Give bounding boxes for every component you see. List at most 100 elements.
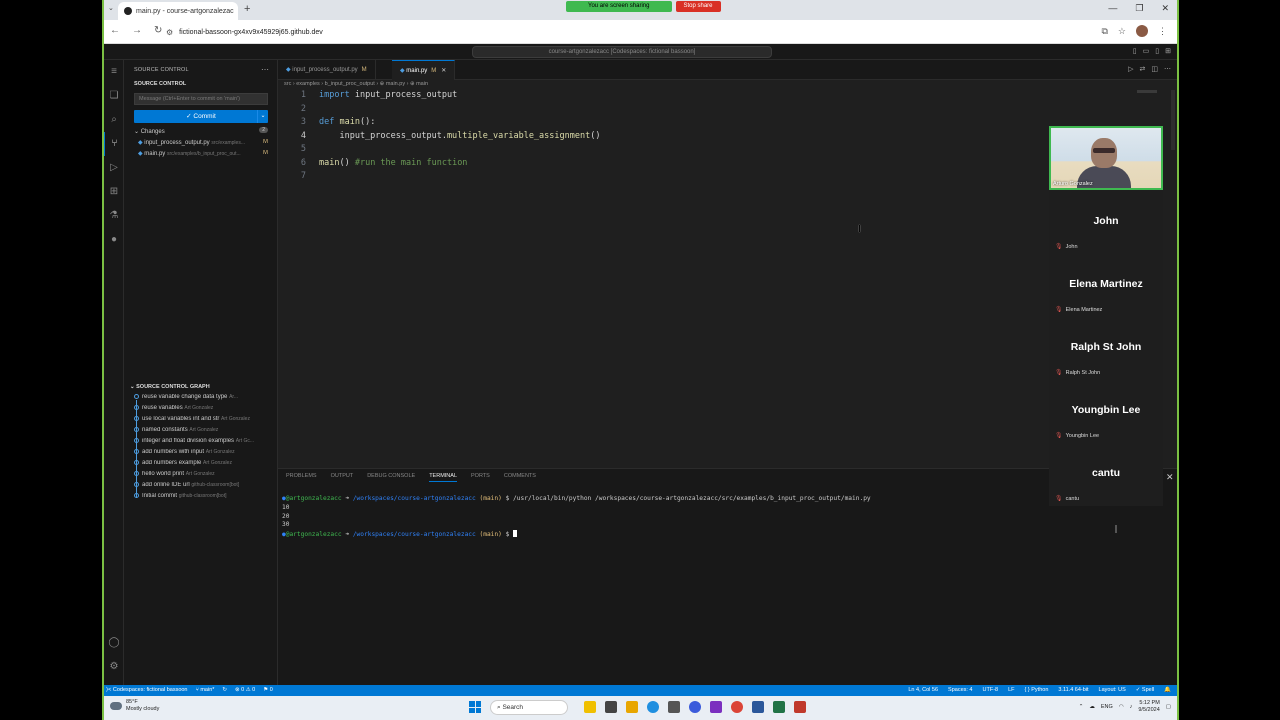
host-video[interactable]: Arturo Gonzalez bbox=[1049, 126, 1163, 190]
open-changes-icon[interactable]: ⇄ bbox=[1140, 65, 1146, 73]
list-item[interactable]: ◆ main.py src/examples/b_input_proc_out.… bbox=[138, 150, 268, 160]
commit-dropdown-icon[interactable]: ⌄ bbox=[257, 110, 268, 123]
line-ending[interactable]: LF bbox=[1008, 687, 1014, 693]
notification-icon[interactable]: ▢ bbox=[1166, 704, 1171, 710]
browser-tab[interactable]: main.py - course-artgonzalezac ✕ bbox=[118, 2, 238, 20]
toggle-secondary-icon[interactable]: ▯ bbox=[1155, 47, 1159, 55]
graph-commit[interactable]: hello world print Art Gonzalez bbox=[134, 471, 274, 482]
chrome-icon[interactable] bbox=[731, 701, 743, 713]
graph-commit[interactable]: add numbers example Art Gonzalez bbox=[134, 460, 274, 471]
graph-commit[interactable]: reuse variable change data type Ar... bbox=[134, 394, 274, 405]
interpreter[interactable]: 3.11.4 64-bit bbox=[1058, 687, 1088, 693]
windows-start-icon[interactable] bbox=[469, 701, 481, 713]
widgets-icon[interactable] bbox=[584, 701, 596, 713]
screen-recorder-icon[interactable] bbox=[794, 701, 806, 713]
close-panel-icon[interactable]: ✕ bbox=[1166, 472, 1174, 483]
word-icon[interactable] bbox=[752, 701, 764, 713]
graph-commit[interactable]: add numbers with input Art Gonzalez bbox=[134, 449, 274, 460]
tab-terminal[interactable]: TERMINAL bbox=[429, 473, 457, 482]
volume-icon[interactable]: ♪ bbox=[1130, 704, 1133, 710]
back-icon[interactable]: ← bbox=[110, 25, 120, 36]
breadcrumb[interactable]: src › examples › b_input_proc_output › ⊕… bbox=[284, 81, 428, 87]
wifi-icon[interactable]: ◠ bbox=[1119, 704, 1124, 710]
sync-icon[interactable]: ↻ bbox=[222, 687, 227, 693]
graph-commit[interactable]: Initial commit github-classroom[bot] bbox=[134, 493, 274, 504]
toggle-sidebar-icon[interactable]: ▯ bbox=[1133, 47, 1137, 55]
terminal-scrollbar[interactable] bbox=[1115, 525, 1117, 533]
tab-debug-console[interactable]: DEBUG CONSOLE bbox=[367, 473, 415, 482]
weather-widget[interactable]: 85°F Mostly cloudy bbox=[110, 699, 159, 713]
graph-commit[interactable]: integer and float division examples Art … bbox=[134, 438, 274, 449]
taskbar-search[interactable]: ⌕ Search bbox=[490, 700, 568, 715]
restore-icon[interactable]: ❐ bbox=[1135, 3, 1143, 14]
tab-menu-icon[interactable]: ⌄ bbox=[108, 4, 114, 12]
menu-icon[interactable]: ≡ bbox=[104, 60, 124, 84]
onenote-icon[interactable] bbox=[710, 701, 722, 713]
graph-commit[interactable]: named constants Art Gonzalez bbox=[134, 427, 274, 438]
commit-message-input[interactable]: Message (Ctrl+Enter to commit on 'main') bbox=[134, 93, 268, 105]
account-icon[interactable]: ◯ bbox=[104, 631, 124, 655]
github-icon[interactable]: ● bbox=[104, 228, 124, 252]
source-control-icon[interactable]: ⑂ bbox=[104, 132, 124, 156]
commit-button[interactable]: ✓ Commit ⌄ bbox=[134, 110, 268, 123]
clock[interactable]: 5:12 PM 9/5/2024 bbox=[1138, 700, 1159, 714]
minimize-icon[interactable]: — bbox=[1108, 3, 1117, 14]
spell-check[interactable]: ✓ Spell bbox=[1136, 687, 1154, 693]
browser-menu-icon[interactable]: ⋮ bbox=[1158, 26, 1167, 37]
minimap[interactable] bbox=[1137, 90, 1157, 93]
file-explorer-icon[interactable] bbox=[626, 701, 638, 713]
keyboard-layout[interactable]: Layout: US bbox=[1099, 687, 1126, 693]
cursor-position[interactable]: Ln 4, Col 56 bbox=[908, 687, 938, 693]
customize-layout-icon[interactable]: ⊞ bbox=[1165, 47, 1171, 55]
close-window-icon[interactable]: ✕ bbox=[1161, 3, 1169, 14]
settings-gear-icon[interactable]: ⚙ bbox=[104, 655, 124, 679]
command-center[interactable]: course-artgonzalezacc [Codespaces: ficti… bbox=[472, 46, 772, 58]
reload-icon[interactable]: ↻ bbox=[154, 25, 162, 36]
more-actions-icon[interactable]: ⋯ bbox=[1164, 65, 1171, 73]
run-file-icon[interactable]: ▷ bbox=[1128, 65, 1133, 73]
terminal[interactable]: ●@artgonzalezacc ➜ /workspaces/course-ar… bbox=[282, 495, 871, 539]
new-tab-icon[interactable]: + bbox=[244, 3, 250, 15]
search-icon[interactable]: ⌕ bbox=[104, 108, 124, 132]
language-mode[interactable]: { } Python bbox=[1025, 687, 1049, 693]
tab-input-process-output[interactable]: ◆ input_process_output.py M bbox=[278, 60, 376, 80]
indentation[interactable]: Spaces: 4 bbox=[948, 687, 972, 693]
stop-share-button[interactable]: Stop share bbox=[675, 1, 721, 12]
terminal-app-icon[interactable] bbox=[668, 701, 680, 713]
extensions-icon[interactable]: ⊞ bbox=[104, 180, 124, 204]
notifications-bell-icon[interactable]: 🔔 bbox=[1164, 687, 1171, 693]
list-item[interactable]: ◆ input_process_output.py src/examples..… bbox=[138, 139, 268, 149]
edge-icon[interactable] bbox=[647, 701, 659, 713]
meeting-app-icon[interactable] bbox=[689, 701, 701, 713]
graph-header[interactable]: ⌄ SOURCE CONTROL GRAPH bbox=[130, 384, 210, 390]
graph-commit[interactable]: use local variables int and str Art Gonz… bbox=[134, 416, 274, 427]
graph-commit[interactable]: reuse variables Art Gonzalez bbox=[134, 405, 274, 416]
tab-ports[interactable]: PORTS bbox=[471, 473, 490, 482]
tray-chevron-icon[interactable]: ⌃ bbox=[1079, 704, 1084, 710]
graph-commit[interactable]: add online IDE url github-classroom[bot] bbox=[134, 482, 274, 493]
close-tab-icon[interactable]: ✕ bbox=[441, 68, 446, 74]
more-actions-icon[interactable]: ⋯ bbox=[261, 65, 269, 74]
tab-problems[interactable]: PROBLEMS bbox=[286, 473, 317, 482]
profile-avatar-icon[interactable] bbox=[1136, 25, 1148, 37]
forward-icon[interactable]: → bbox=[132, 25, 142, 36]
encoding[interactable]: UTF-8 bbox=[983, 687, 999, 693]
tab-comments[interactable]: COMMENTS bbox=[504, 473, 536, 482]
editor-scrollbar[interactable] bbox=[1171, 90, 1175, 150]
tab-main-py[interactable]: ◆ main.py M ✕ bbox=[392, 60, 456, 80]
section-header[interactable]: SOURCE CONTROL bbox=[134, 81, 186, 87]
changes-header[interactable]: ⌄ Changes 2 bbox=[134, 127, 268, 135]
onedrive-icon[interactable]: ☁ bbox=[1089, 704, 1095, 710]
remote-indicator[interactable]: ⟩< Codespaces: fictional bassoon bbox=[106, 687, 188, 693]
bookmark-star-icon[interactable]: ☆ bbox=[1118, 26, 1126, 37]
testing-icon[interactable]: ⚗ bbox=[104, 204, 124, 228]
language-indicator[interactable]: ENG bbox=[1101, 704, 1113, 710]
run-debug-icon[interactable]: ▷ bbox=[104, 156, 124, 180]
branch-indicator[interactable]: ⑂ main* bbox=[196, 687, 215, 693]
tab-output[interactable]: OUTPUT bbox=[331, 473, 354, 482]
explorer-icon[interactable]: ❏ bbox=[104, 84, 124, 108]
toggle-panel-icon[interactable]: ▭ bbox=[1143, 47, 1150, 55]
ports-indicator[interactable]: ⚑ 0 bbox=[263, 687, 273, 693]
excel-icon[interactable] bbox=[773, 701, 785, 713]
split-editor-icon[interactable]: ◫ bbox=[1151, 65, 1158, 73]
